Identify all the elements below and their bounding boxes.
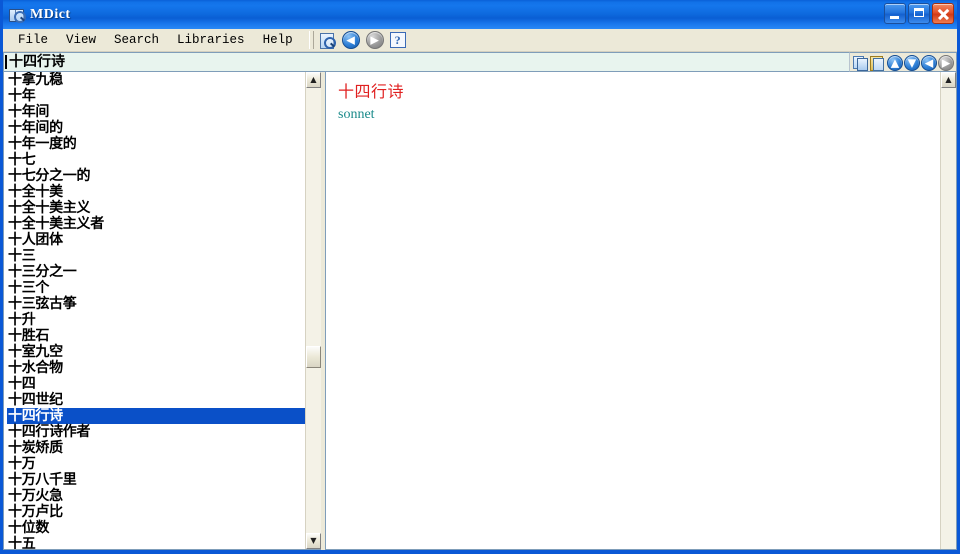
word-list-item[interactable]: 十位数 (7, 520, 305, 536)
word-list-item[interactable]: 十升 (7, 312, 305, 328)
word-list-item[interactable]: 十室九空 (7, 344, 305, 360)
scrollbar-down-button[interactable]: ▼ (306, 533, 321, 549)
paste-icon[interactable] (870, 55, 885, 71)
word-list-item[interactable]: 十年 (7, 88, 305, 104)
word-list-item[interactable]: 十四世纪 (7, 392, 305, 408)
minimize-button[interactable] (884, 3, 906, 24)
forward-icon[interactable]: ▶ (365, 31, 384, 49)
scroll-up-glyph: ▲ (890, 56, 900, 69)
history-forward-glyph: ▶ (941, 56, 951, 69)
app-dictionary-magnifier-icon (8, 6, 26, 23)
definition-scrollbar[interactable]: ▲ (940, 72, 956, 549)
history-back-icon[interactable]: ◀ (921, 54, 937, 71)
word-list-item[interactable]: 十四行诗作者 (7, 424, 305, 440)
word-list-item[interactable]: 十四 (7, 376, 305, 392)
back-arrow-glyph: ◀ (346, 33, 355, 47)
search-input-value: 十四行诗 (9, 53, 65, 70)
word-list-item[interactable]: 十全十美 (7, 184, 305, 200)
entry-headword: 十四行诗 (338, 82, 405, 101)
find-icon[interactable] (319, 32, 336, 49)
entry-definition: sonnet (338, 107, 375, 122)
scroll-down-glyph: ▼ (907, 56, 917, 69)
application-window: MDict File View Search Libraries Help ◀ … (0, 0, 960, 554)
word-list-item[interactable]: 十全十美主义者 (7, 216, 305, 232)
word-list-item[interactable]: 十胜石 (7, 328, 305, 344)
search-toolbar: ▲ ▼ ◀ ▶ (849, 52, 957, 72)
word-list-item[interactable]: 十年一度的 (7, 136, 305, 152)
word-list-item[interactable]: 十万八千里 (7, 472, 305, 488)
scroll-down-icon[interactable]: ▼ (904, 54, 920, 71)
word-list-item[interactable]: 十万卢比 (7, 504, 305, 520)
back-icon[interactable]: ◀ (341, 31, 360, 49)
word-list-pane: 十拿九稳 十年 十年间 十年间的 十年一度的 十七 十七分之一的 十全十美 十全十美主义 十全十美… (3, 72, 321, 550)
menu-item-help[interactable]: Help (254, 31, 302, 49)
word-list-item[interactable]: 十万火急 (7, 488, 305, 504)
word-list-item[interactable]: 十七分之一的 (7, 168, 305, 184)
definition-scrollbar-track[interactable] (941, 88, 956, 549)
word-list-item[interactable]: 十全十美主义 (7, 200, 305, 216)
word-list-item[interactable]: 十万 (7, 456, 305, 472)
word-list-item[interactable]: 十三个 (7, 280, 305, 296)
word-list-item[interactable]: 十七 (7, 152, 305, 168)
scrollbar-up-button[interactable]: ▲ (306, 72, 321, 88)
forward-arrow-glyph: ▶ (370, 33, 379, 47)
search-bar: 十四行诗 ▲ ▼ ◀ ▶ (3, 52, 957, 72)
menu-item-file[interactable]: File (9, 31, 57, 49)
word-list-item[interactable]: 十三弦古筝 (7, 296, 305, 312)
menu-item-view[interactable]: View (57, 31, 105, 49)
scroll-up-icon[interactable]: ▲ (887, 54, 903, 71)
text-caret (5, 55, 7, 69)
scrollbar-thumb[interactable] (306, 346, 321, 369)
menu-bar: File View Search Libraries Help ◀ ▶ ? (3, 29, 957, 52)
word-list-item[interactable]: 十年间 (7, 104, 305, 120)
word-list-item[interactable]: 十水合物 (7, 360, 305, 376)
definition-scrollbar-up-button[interactable]: ▲ (941, 72, 956, 88)
word-list-item[interactable]: 十年间的 (7, 120, 305, 136)
menu-item-libraries[interactable]: Libraries (168, 31, 254, 49)
window-controls (884, 3, 954, 24)
search-input[interactable]: 十四行诗 (3, 52, 849, 72)
word-list-item[interactable]: 十三分之一 (7, 264, 305, 280)
word-list[interactable]: 十拿九稳 十年 十年间 十年间的 十年一度的 十七 十七分之一的 十全十美 十全十美主义 十全十美… (4, 72, 305, 549)
word-list-item[interactable]: 十拿九稳 (7, 72, 305, 88)
word-list-item[interactable]: 十三 (7, 248, 305, 264)
title-bar[interactable]: MDict (3, 0, 957, 29)
menu-item-search[interactable]: Search (105, 31, 168, 49)
main-split: 十拿九稳 十年 十年间 十年间的 十年一度的 十七 十七分之一的 十全十美 十全十美主义 十全十美… (3, 72, 957, 550)
scrollbar-track[interactable] (306, 88, 321, 533)
copy-icon[interactable] (853, 55, 868, 71)
definition-pane: 十四行诗 sonnet ▲ (325, 72, 957, 550)
word-list-scrollbar[interactable]: ▲ ▼ (305, 72, 321, 549)
close-button[interactable] (932, 3, 954, 24)
toolbar-separator (308, 31, 314, 49)
help-icon[interactable]: ? (389, 32, 406, 48)
word-list-item[interactable]: 十五 (7, 536, 305, 549)
definition-content: 十四行诗 sonnet (326, 72, 940, 549)
maximize-button[interactable] (908, 3, 930, 24)
history-forward-icon[interactable]: ▶ (938, 54, 954, 71)
word-list-item-selected[interactable]: 十四行诗 (7, 408, 305, 424)
word-list-item[interactable]: 十炭矫质 (7, 440, 305, 456)
word-list-item[interactable]: 十人团体 (7, 232, 305, 248)
menu-toolbar: ◀ ▶ ? (319, 31, 406, 49)
window-title: MDict (30, 6, 71, 22)
history-back-glyph: ◀ (924, 56, 934, 69)
